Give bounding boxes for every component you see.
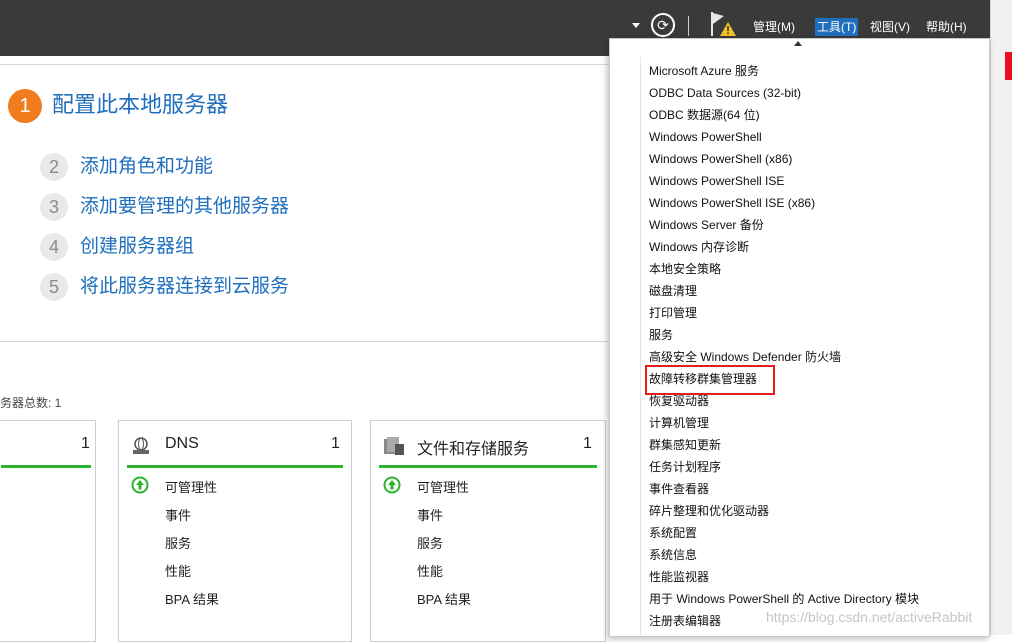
menu-item-system-configuration[interactable]: 系统配置 <box>649 522 697 544</box>
menu-item-cluster-aware-updating[interactable]: 群集感知更新 <box>649 434 721 456</box>
menu-item-computer-management[interactable]: 计算机管理 <box>649 412 709 434</box>
tools-dropdown-menu: Microsoft Azure 服务 ODBC Data Sources (32… <box>609 38 990 637</box>
menu-item-defragment[interactable]: 碎片整理和优化驱动器 <box>649 500 769 522</box>
menu-item-odbc-64[interactable]: ODBC 数据源(64 位) <box>649 104 760 126</box>
menu-item-powershell-ise-x86[interactable]: Windows PowerShell ISE (x86) <box>649 192 815 214</box>
tile-row-services[interactable]: 服务 <box>165 533 191 552</box>
menu-item-event-viewer[interactable]: 事件查看器 <box>649 478 709 500</box>
status-bar <box>1 465 91 468</box>
server-tile-dns[interactable]: DNS 1 可管理性 事件 服务 性能 BPA 结果 <box>118 420 352 642</box>
tile-count: 1 <box>583 435 592 452</box>
menu-item-azure-services[interactable]: Microsoft Azure 服务 <box>649 60 759 82</box>
menu-item-memory-diagnostic[interactable]: Windows 内存诊断 <box>649 236 749 258</box>
tile-row-manageability[interactable]: 可管理性 <box>165 477 217 496</box>
menu-item-ad-powershell-module[interactable]: 用于 Windows PowerShell 的 Active Directory… <box>649 588 919 610</box>
step-4-link[interactable]: 创建服务器组 <box>80 234 194 260</box>
tile-title[interactable]: DNS <box>165 435 199 453</box>
menu-item-powershell[interactable]: Windows PowerShell <box>649 126 762 148</box>
tile-row-events[interactable]: 事件 <box>417 505 443 524</box>
menu-item-task-scheduler[interactable]: 任务计划程序 <box>649 456 721 478</box>
refresh-icon[interactable]: ⟳ <box>651 13 675 37</box>
step-1-number: 1 <box>8 89 42 123</box>
tile-row-bpa[interactable]: BPA 结果 <box>165 589 219 608</box>
tile-count: 1 <box>331 435 340 452</box>
quickstart-panel: 1 配置此本地服务器 2 添加角色和功能 3 添加要管理的其他服务器 4 创建服… <box>0 64 610 342</box>
menu-item-odbc-32[interactable]: ODBC Data Sources (32-bit) <box>649 82 801 104</box>
status-ok-icon <box>131 476 149 494</box>
watermark-text: https://blog.csdn.net/activeRabbit <box>766 609 973 625</box>
scroll-up-arrow-icon[interactable] <box>794 41 802 46</box>
menu-item-system-information[interactable]: 系统信息 <box>649 544 697 566</box>
menu-item-local-security-policy[interactable]: 本地安全策略 <box>649 258 721 280</box>
menu-help[interactable]: 帮助(H) <box>926 18 967 36</box>
step-1-link[interactable]: 配置此本地服务器 <box>52 92 228 118</box>
notification-flag-icon[interactable] <box>708 10 738 40</box>
close-button-edge[interactable] <box>1005 52 1012 80</box>
menu-item-performance-monitor[interactable]: 性能监视器 <box>649 566 709 588</box>
highlight-box <box>645 365 775 395</box>
menu-item-powershell-ise[interactable]: Windows PowerShell ISE <box>649 170 784 192</box>
menu-item-server-backup[interactable]: Windows Server 备份 <box>649 214 764 236</box>
dropdown-arrow-icon[interactable] <box>632 23 640 28</box>
tile-row-bpa[interactable]: BPA 结果 <box>417 589 471 608</box>
separator <box>688 16 689 36</box>
tile-title[interactable]: 文件和存储服务 <box>417 435 529 459</box>
step-2-number: 2 <box>40 153 68 181</box>
status-ok-icon <box>383 476 401 494</box>
menu-view[interactable]: 视图(V) <box>870 18 910 36</box>
menu-item-services[interactable]: 服务 <box>649 324 673 346</box>
step-5-number: 5 <box>40 273 68 301</box>
menu-item-powershell-x86[interactable]: Windows PowerShell (x86) <box>649 148 792 170</box>
step-2-link[interactable]: 添加角色和功能 <box>80 154 213 180</box>
tile-row-services[interactable]: 服务 <box>417 533 443 552</box>
server-tile-file-storage[interactable]: 文件和存储服务 1 可管理性 事件 服务 性能 BPA 结果 <box>370 420 606 642</box>
file-storage-icon <box>384 437 404 455</box>
step-5-link[interactable]: 将此服务器连接到云服务 <box>80 274 289 300</box>
server-total-label: 务器总数: 1 <box>0 396 62 410</box>
status-bar <box>127 465 343 468</box>
tile-count: 1 <box>81 435 90 452</box>
menu-manage[interactable]: 管理(M) <box>753 18 795 36</box>
menu-item-registry-editor[interactable]: 注册表编辑器 <box>649 610 721 632</box>
step-4-number: 4 <box>40 233 68 261</box>
server-tile[interactable]: 1 <box>0 420 96 642</box>
tile-row-manageability[interactable]: 可管理性 <box>417 477 469 496</box>
dns-server-icon <box>133 437 149 454</box>
menu-item-print-management[interactable]: 打印管理 <box>649 302 697 324</box>
menu-tools[interactable]: 工具(T) <box>815 18 859 36</box>
menu-item-disk-cleanup[interactable]: 磁盘清理 <box>649 280 697 302</box>
tile-row-performance[interactable]: 性能 <box>165 561 191 580</box>
background-window-edge <box>990 0 1012 635</box>
step-3-link[interactable]: 添加要管理的其他服务器 <box>80 194 289 220</box>
menu-icon-gutter <box>610 57 641 635</box>
status-bar <box>379 465 597 468</box>
tile-row-events[interactable]: 事件 <box>165 505 191 524</box>
tile-row-performance[interactable]: 性能 <box>417 561 443 580</box>
step-3-number: 3 <box>40 193 68 221</box>
